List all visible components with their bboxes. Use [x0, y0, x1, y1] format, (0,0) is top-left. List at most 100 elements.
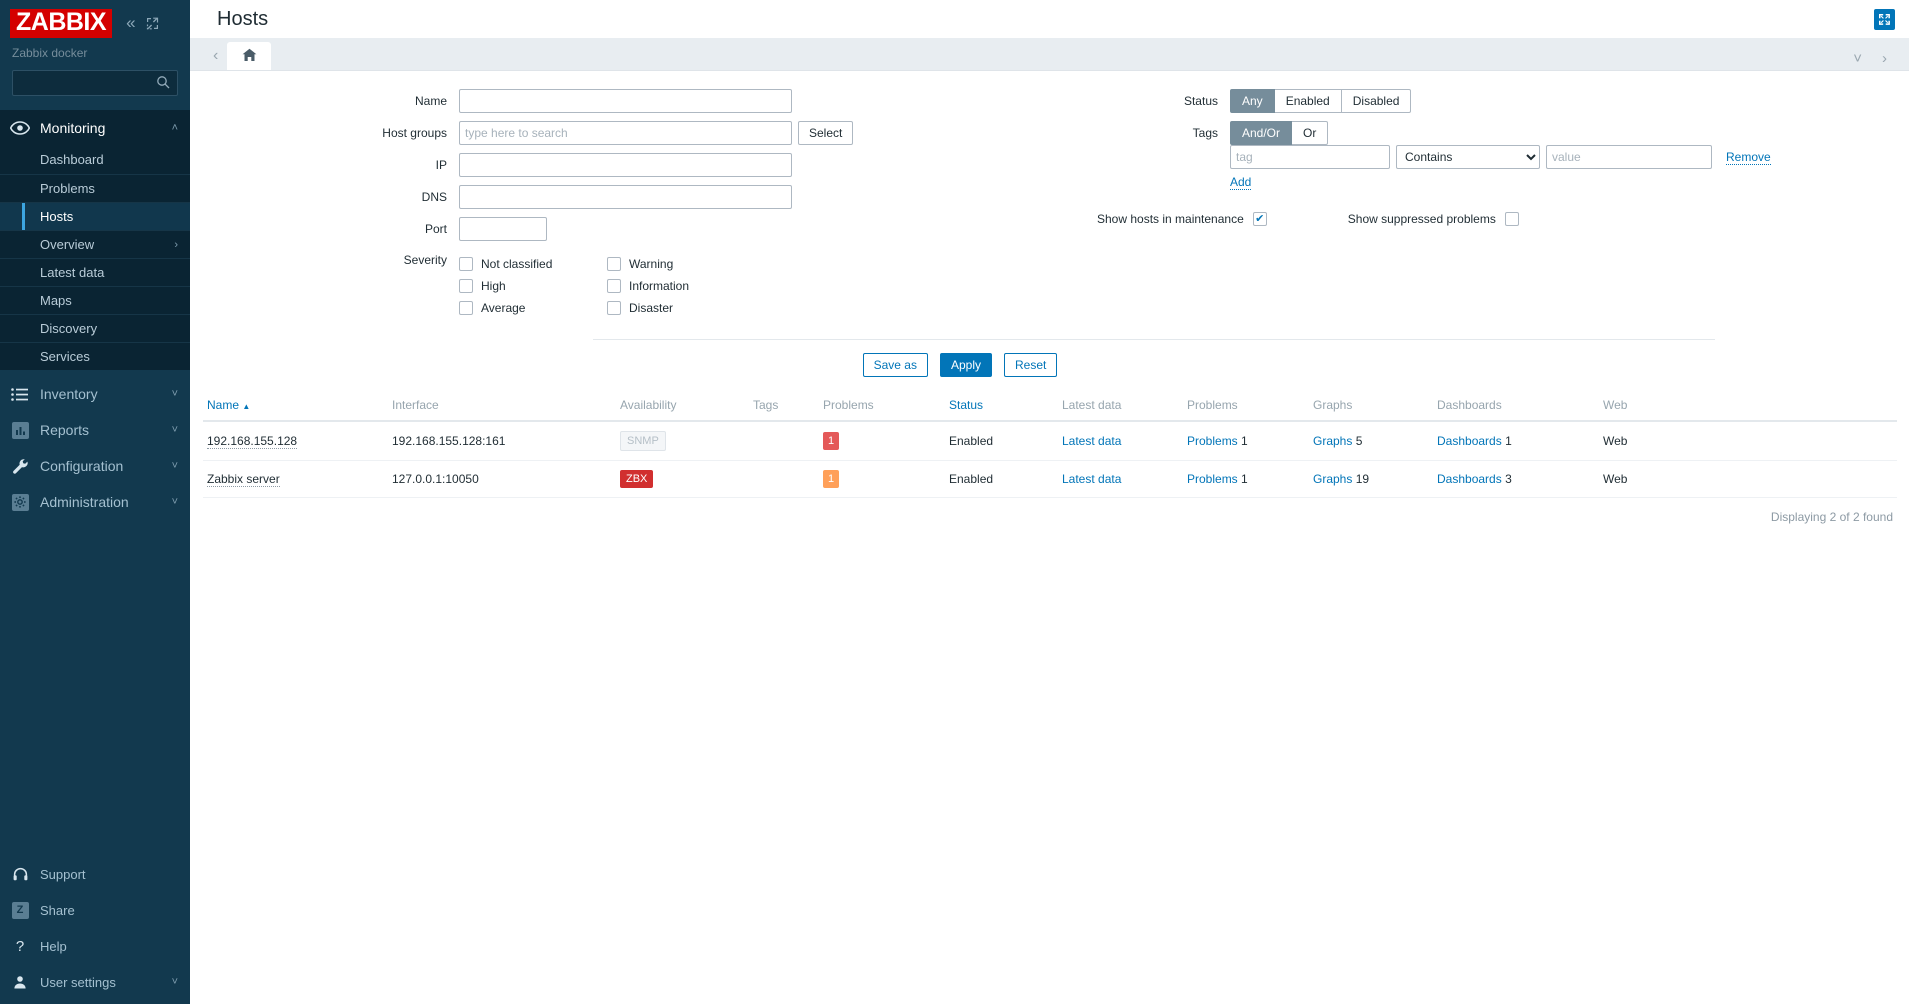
- latest-data-link[interactable]: Latest data: [1062, 472, 1121, 486]
- checkbox-average[interactable]: [459, 301, 473, 315]
- problem-count-badge[interactable]: 1: [823, 470, 839, 488]
- tab-chevron-down-icon[interactable]: ˅: [1843, 51, 1872, 66]
- checkbox-show-suppressed[interactable]: [1505, 212, 1519, 226]
- reset-button[interactable]: Reset: [1004, 353, 1057, 377]
- checkbox-show-maintenance[interactable]: [1253, 212, 1267, 226]
- filter-row-visibility-options: Show hosts in maintenance Show suppresse…: [1050, 212, 1897, 226]
- status-option-disabled[interactable]: Disabled: [1342, 89, 1412, 113]
- filter-port-input[interactable]: [459, 217, 547, 241]
- show-maintenance-group[interactable]: Show hosts in maintenance: [1097, 212, 1275, 226]
- graphs-link[interactable]: Graphs: [1313, 472, 1352, 486]
- filter-row-tag-add: Add: [1050, 169, 1897, 190]
- home-icon: [242, 48, 257, 65]
- filter-name-input[interactable]: [459, 89, 792, 113]
- page-title: Hosts: [217, 8, 268, 31]
- problems-link[interactable]: Problems: [1187, 472, 1238, 486]
- zabbix-share-icon: Z: [0, 902, 40, 919]
- sidebar-item-label: Latest data: [40, 265, 104, 280]
- collapse-panel-icon[interactable]: [146, 17, 159, 30]
- tab-chevron-right-icon[interactable]: ›: [1872, 51, 1897, 66]
- fullscreen-icon[interactable]: [1874, 9, 1895, 30]
- dashboards-link[interactable]: Dashboards: [1437, 434, 1502, 448]
- sidebar-item-label: Hosts: [40, 209, 73, 224]
- severity-option-high[interactable]: High: [459, 275, 607, 297]
- filter-dns-input[interactable]: [459, 185, 792, 209]
- severity-option-not-classified[interactable]: Not classified: [459, 253, 607, 275]
- column-header-status[interactable]: Status: [945, 391, 1058, 421]
- tag-add-link[interactable]: Add: [1230, 175, 1251, 190]
- host-name-link[interactable]: Zabbix server: [207, 472, 280, 487]
- tab-back-arrow-icon[interactable]: ‹: [204, 48, 227, 70]
- page-header: Hosts: [190, 0, 1909, 38]
- sidebar-item-user-settings[interactable]: User settings ˅: [0, 964, 190, 1000]
- severity-option-average[interactable]: Average: [459, 297, 607, 319]
- checkbox-high[interactable]: [459, 279, 473, 293]
- graphs-link[interactable]: Graphs: [1313, 434, 1352, 448]
- sidebar-item-label: Share: [40, 903, 190, 918]
- dashboards-count: 3: [1505, 472, 1512, 486]
- status-option-any[interactable]: Any: [1230, 89, 1275, 113]
- column-header-availability: Availability: [616, 391, 749, 421]
- save-as-button[interactable]: Save as: [863, 353, 928, 377]
- sidebar-item-overview[interactable]: Overview ›: [0, 230, 190, 258]
- tag-remove-link[interactable]: Remove: [1726, 150, 1771, 165]
- checkbox-warning[interactable]: [607, 257, 621, 271]
- checkbox-information[interactable]: [607, 279, 621, 293]
- filter-name-label: Name: [203, 94, 459, 108]
- filter-row-port: Port: [203, 217, 1050, 241]
- zabbix-logo[interactable]: ZABBIX: [10, 9, 112, 38]
- checkbox-not-classified[interactable]: [459, 257, 473, 271]
- chevrons-left-icon[interactable]: «: [126, 13, 135, 33]
- column-header-name[interactable]: Name ▲: [203, 391, 388, 421]
- tag-value-input[interactable]: [1546, 145, 1712, 169]
- tag-name-input[interactable]: [1230, 145, 1390, 169]
- severity-option-warning[interactable]: Warning: [607, 253, 755, 275]
- host-groups-select-button[interactable]: Select: [798, 121, 853, 145]
- tab-home[interactable]: [227, 42, 271, 70]
- sidebar-item-problems[interactable]: Problems: [0, 174, 190, 202]
- sidebar-group-reports[interactable]: Reports ˅: [0, 412, 190, 448]
- status-option-enabled[interactable]: Enabled: [1275, 89, 1342, 113]
- sidebar-item-latest-data[interactable]: Latest data: [0, 258, 190, 286]
- hosts-table: Name ▲ Interface Availability Tags Probl…: [203, 391, 1897, 498]
- dashboards-link[interactable]: Dashboards: [1437, 472, 1502, 486]
- cell-host-name: Zabbix server: [203, 461, 388, 498]
- sidebar-group-monitoring[interactable]: Monitoring ˄: [0, 110, 190, 146]
- problem-count-badge[interactable]: 1: [823, 432, 839, 450]
- sidebar-item-support[interactable]: Support: [0, 856, 190, 892]
- filter-left-column: Name Host groups Select IP DNS: [203, 89, 1050, 327]
- severity-label: High: [481, 279, 506, 293]
- host-name-link[interactable]: 192.168.155.128: [207, 434, 297, 449]
- problems-link[interactable]: Problems: [1187, 434, 1238, 448]
- sidebar-item-dashboard[interactable]: Dashboard: [0, 146, 190, 174]
- sidebar-item-share[interactable]: Z Share: [0, 892, 190, 928]
- sidebar-item-maps[interactable]: Maps: [0, 286, 190, 314]
- apply-button[interactable]: Apply: [940, 353, 992, 377]
- tags-operator-or[interactable]: Or: [1292, 121, 1328, 145]
- search-input[interactable]: [12, 70, 178, 96]
- tags-operator-andor[interactable]: And/Or: [1230, 121, 1292, 145]
- column-header-web: Web: [1599, 391, 1897, 421]
- filter-row-severity: Severity Not classified Warning: [203, 253, 1050, 319]
- sidebar-group-configuration[interactable]: Configuration ˅: [0, 448, 190, 484]
- checkbox-disaster[interactable]: [607, 301, 621, 315]
- show-suppressed-group[interactable]: Show suppressed problems: [1348, 212, 1527, 226]
- tag-condition-select[interactable]: Contains: [1396, 145, 1540, 169]
- sidebar-group-administration[interactable]: Administration ˅: [0, 484, 190, 520]
- sidebar-item-help[interactable]: ? Help: [0, 928, 190, 964]
- latest-data-link[interactable]: Latest data: [1062, 434, 1121, 448]
- cell-interface: 192.168.155.128:161: [388, 421, 616, 461]
- cell-problems-link: Problems 1: [1183, 421, 1309, 461]
- filter-row-tags: Tags And/Or Or: [1050, 121, 1897, 145]
- cell-web: Web: [1599, 421, 1897, 461]
- sidebar-item-hosts[interactable]: Hosts: [0, 202, 190, 230]
- chevron-down-icon: ˅: [172, 496, 178, 508]
- chevron-up-icon: ˄: [172, 122, 178, 134]
- severity-option-disaster[interactable]: Disaster: [607, 297, 755, 319]
- severity-option-information[interactable]: Information: [607, 275, 755, 297]
- sidebar-item-discovery[interactable]: Discovery: [0, 314, 190, 342]
- filter-panel: Name Host groups Select IP DNS: [203, 71, 1897, 327]
- sidebar-item-label: Help: [40, 939, 190, 954]
- filter-ip-input[interactable]: [459, 153, 792, 177]
- filter-host-groups-input[interactable]: [459, 121, 792, 145]
